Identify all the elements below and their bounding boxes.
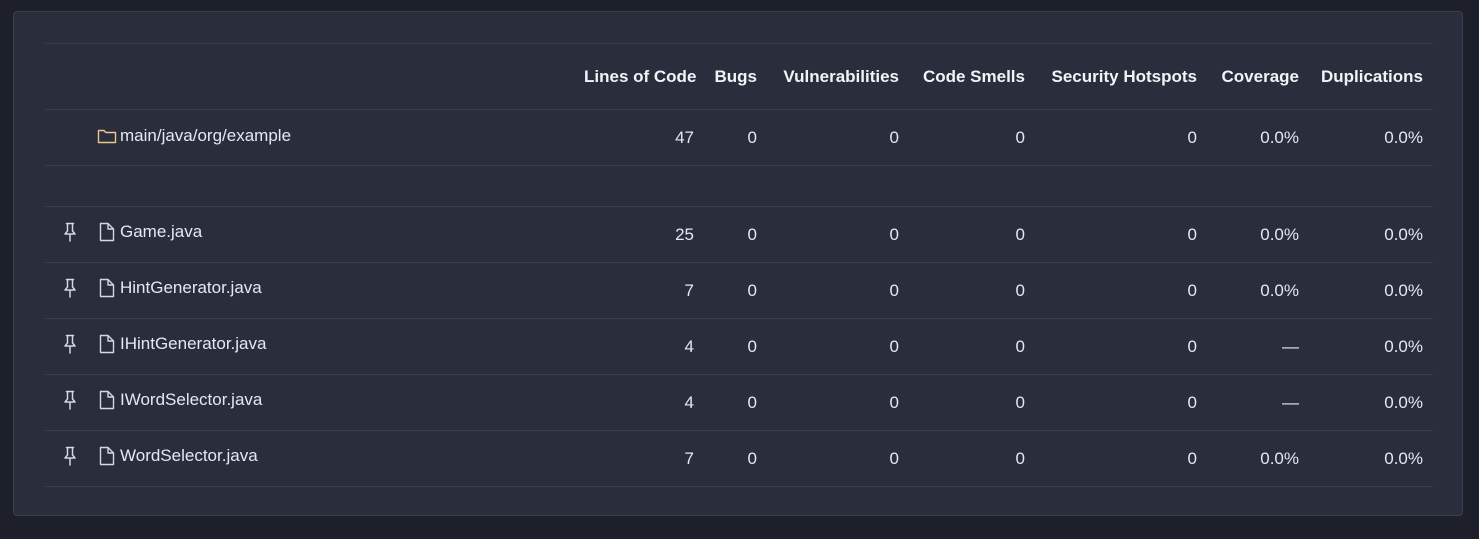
file-vulnerabilities: 0 [889, 448, 899, 468]
header-duplications[interactable]: Duplications [1309, 44, 1433, 110]
measures-table: Lines of Code Bugs Vulnerabilities Code … [45, 43, 1433, 487]
directory-pin-cell [45, 110, 97, 166]
pin-icon[interactable] [62, 446, 78, 466]
file-security-hotspots: 0 [1187, 280, 1197, 300]
file-name-cell[interactable]: WordSelector.java [97, 431, 574, 487]
file-name-link[interactable]: IWordSelector.java [120, 390, 262, 410]
file-duplications: 0.0% [1384, 224, 1423, 244]
file-name-link[interactable]: Game.java [120, 222, 202, 242]
directory-loc: 47 [675, 127, 694, 147]
file-loc: 25 [675, 224, 694, 244]
pin-cell[interactable] [45, 319, 97, 375]
file-bugs: 0 [747, 336, 757, 356]
file-duplications: 0.0% [1384, 336, 1423, 356]
file-loc: 4 [684, 392, 694, 412]
file-row[interactable]: HintGenerator.java 7 0 0 0 0 0.0% 0.0% [45, 263, 1433, 319]
file-bugs: 0 [747, 448, 757, 468]
file-duplications: 0.0% [1384, 392, 1423, 412]
pin-cell[interactable] [45, 207, 97, 263]
pin-icon[interactable] [62, 390, 78, 410]
file-row[interactable]: IWordSelector.java 4 0 0 0 0 — 0.0% [45, 375, 1433, 431]
file-coverage: 0.0% [1260, 224, 1299, 244]
folder-icon [97, 127, 117, 145]
file-security-hotspots: 0 [1187, 392, 1197, 412]
pin-cell[interactable] [45, 375, 97, 431]
directory-duplications: 0.0% [1384, 127, 1423, 147]
header-code-smells[interactable]: Code Smells [909, 44, 1035, 110]
header-coverage[interactable]: Coverage [1207, 44, 1309, 110]
file-code-smells: 0 [1015, 336, 1025, 356]
directory-coverage: 0.0% [1260, 127, 1299, 147]
pin-cell[interactable] [45, 263, 97, 319]
table-section-spacer [45, 166, 1433, 207]
file-coverage: — [1282, 392, 1299, 412]
file-row[interactable]: IHintGenerator.java 4 0 0 0 0 — 0.0% [45, 319, 1433, 375]
file-vulnerabilities: 0 [889, 224, 899, 244]
directory-code-smells: 0 [1015, 127, 1025, 147]
file-name-cell[interactable]: IHintGenerator.java [97, 319, 574, 375]
header-pin-spacer [45, 44, 97, 110]
file-name-cell[interactable]: Game.java [97, 207, 574, 263]
file-icon [97, 446, 117, 466]
file-row[interactable]: Game.java 25 0 0 0 0 0.0% 0.0% [45, 207, 1433, 263]
file-coverage: — [1282, 336, 1299, 356]
file-name-cell[interactable]: IWordSelector.java [97, 375, 574, 431]
file-icon [97, 278, 117, 298]
file-name-link[interactable]: IHintGenerator.java [120, 334, 266, 354]
pin-icon[interactable] [62, 278, 78, 298]
file-code-smells: 0 [1015, 392, 1025, 412]
file-loc: 7 [684, 448, 694, 468]
file-security-hotspots: 0 [1187, 336, 1197, 356]
header-lines-of-code[interactable]: Lines of Code [574, 44, 704, 110]
file-duplications: 0.0% [1384, 448, 1423, 468]
file-duplications: 0.0% [1384, 280, 1423, 300]
header-security-hotspots[interactable]: Security Hotspots [1035, 44, 1207, 110]
file-loc: 7 [684, 280, 694, 300]
file-code-smells: 0 [1015, 280, 1025, 300]
header-vulnerabilities[interactable]: Vulnerabilities [767, 44, 909, 110]
file-bugs: 0 [747, 280, 757, 300]
file-icon [97, 222, 117, 242]
directory-bugs: 0 [747, 127, 757, 147]
pin-icon[interactable] [62, 334, 78, 354]
directory-name-link[interactable]: main/java/org/example [120, 126, 291, 146]
file-icon [97, 390, 117, 410]
measures-table-wrapper: Lines of Code Bugs Vulnerabilities Code … [45, 43, 1433, 487]
directory-security-hotspots: 0 [1187, 127, 1197, 147]
directory-name-cell[interactable]: main/java/org/example [97, 110, 574, 166]
directory-vulnerabilities: 0 [889, 127, 899, 147]
file-security-hotspots: 0 [1187, 224, 1197, 244]
file-icon [97, 334, 117, 354]
directory-row[interactable]: main/java/org/example 47 0 0 0 0 0.0% 0.… [45, 110, 1433, 166]
file-bugs: 0 [747, 224, 757, 244]
header-bugs[interactable]: Bugs [704, 44, 767, 110]
table-header-row: Lines of Code Bugs Vulnerabilities Code … [45, 43, 1433, 110]
pin-icon[interactable] [62, 222, 78, 242]
file-name-link[interactable]: WordSelector.java [120, 446, 258, 466]
file-name-link[interactable]: HintGenerator.java [120, 278, 262, 298]
file-coverage: 0.0% [1260, 280, 1299, 300]
file-bugs: 0 [747, 392, 757, 412]
file-code-smells: 0 [1015, 224, 1025, 244]
measures-card: Lines of Code Bugs Vulnerabilities Code … [13, 11, 1463, 516]
file-name-cell[interactable]: HintGenerator.java [97, 263, 574, 319]
header-name-spacer [97, 44, 574, 110]
file-vulnerabilities: 0 [889, 336, 899, 356]
file-loc: 4 [684, 336, 694, 356]
file-vulnerabilities: 0 [889, 280, 899, 300]
pin-cell[interactable] [45, 431, 97, 487]
file-vulnerabilities: 0 [889, 392, 899, 412]
file-security-hotspots: 0 [1187, 448, 1197, 468]
file-code-smells: 0 [1015, 448, 1025, 468]
file-row[interactable]: WordSelector.java 7 0 0 0 0 0.0% 0.0% [45, 431, 1433, 487]
file-coverage: 0.0% [1260, 448, 1299, 468]
